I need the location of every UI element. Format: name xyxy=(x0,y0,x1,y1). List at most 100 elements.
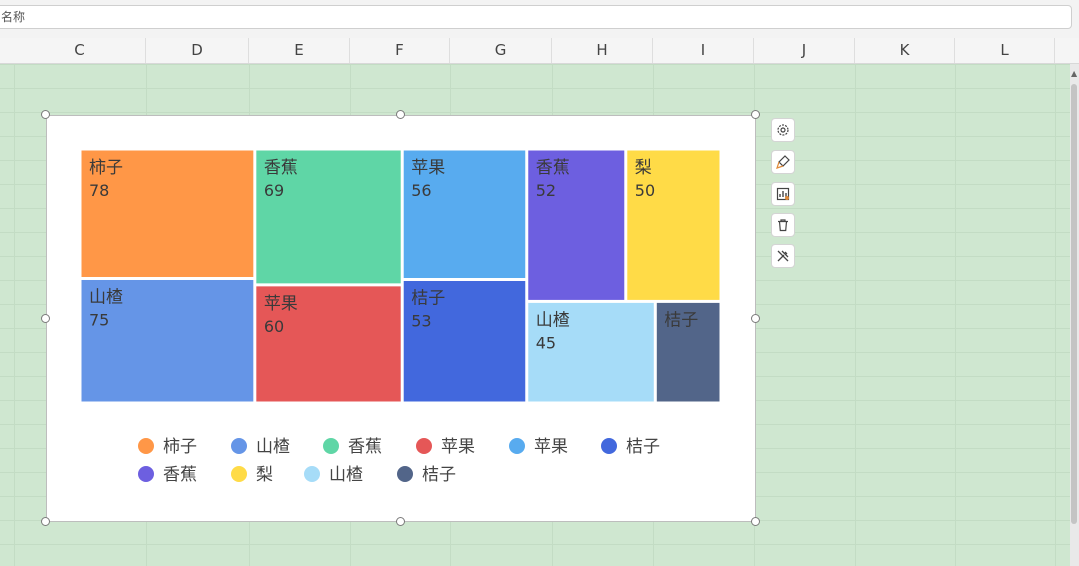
legend-label: 桔子 xyxy=(422,465,456,485)
resize-handle-top-left[interactable] xyxy=(41,110,50,119)
legend-label: 苹果 xyxy=(441,437,475,457)
chart-frame[interactable]: 柿子 78 山楂 75 香蕉 69 苹果 60 苹果 56 桔子 53 香蕉 52 梨 50 山楂 45 桔子 柿子山… xyxy=(46,115,756,522)
legend-label: 梨 xyxy=(256,465,273,485)
treemap-label-value: 50 xyxy=(635,181,655,200)
gear-icon xyxy=(777,124,789,136)
resize-handle-bottom-left[interactable] xyxy=(41,517,50,526)
resize-handle-top-right[interactable] xyxy=(751,110,760,119)
treemap-label-value: 78 xyxy=(89,181,109,200)
legend-item[interactable]: 柿子 xyxy=(138,437,197,457)
legend-item[interactable]: 苹果 xyxy=(509,437,568,457)
legend-item[interactable]: 香蕉 xyxy=(323,437,382,457)
legend-marker xyxy=(416,438,432,454)
legend-item[interactable]: 香蕉 xyxy=(138,465,197,485)
resize-handle-bottom[interactable] xyxy=(396,517,405,526)
column-header: CDEFGHIJKL xyxy=(0,38,1079,64)
legend-item[interactable]: 桔子 xyxy=(397,465,456,485)
treemap-node[interactable]: 香蕉 52 xyxy=(528,150,625,300)
treemap-label-name: 桔子 xyxy=(411,288,445,308)
column-header-I[interactable]: I xyxy=(653,38,754,63)
grid-line-vertical xyxy=(1055,64,1056,566)
chart-type-button[interactable] xyxy=(771,182,795,206)
legend-item[interactable]: 苹果 xyxy=(416,437,475,457)
column-header-K[interactable]: K xyxy=(855,38,955,63)
grid-line-horizontal xyxy=(0,64,1070,65)
scroll-up-icon[interactable]: ▲ xyxy=(1071,70,1077,78)
treemap-node[interactable]: 山楂 45 xyxy=(528,302,654,402)
scroll-thumb[interactable] xyxy=(1071,84,1077,524)
name-box-input[interactable]: 名称 xyxy=(0,5,1072,29)
grid-line-horizontal xyxy=(0,88,1070,89)
legend-label: 香蕉 xyxy=(348,437,382,457)
legend-label: 山楂 xyxy=(256,437,290,457)
treemap-label-name: 山楂 xyxy=(536,310,570,330)
column-header-H[interactable]: H xyxy=(552,38,653,63)
name-box-bar: 名称 xyxy=(0,0,1079,38)
treemap-node[interactable]: 香蕉 69 xyxy=(256,150,401,284)
chart-style-button[interactable] xyxy=(771,150,795,174)
legend-label: 苹果 xyxy=(534,437,568,457)
treemap-label-value: 45 xyxy=(536,333,556,352)
legend-marker xyxy=(231,438,247,454)
legend-item[interactable]: 山楂 xyxy=(231,437,290,457)
legend-marker xyxy=(397,466,413,482)
legend-marker xyxy=(304,466,320,482)
column-header-E[interactable]: E xyxy=(249,38,350,63)
treemap-node[interactable]: 苹果 60 xyxy=(256,286,401,402)
chart-settings-button[interactable] xyxy=(771,118,795,142)
column-header-L[interactable]: L xyxy=(955,38,1055,63)
treemap-label-value: 56 xyxy=(411,181,431,200)
legend-marker xyxy=(509,438,525,454)
column-header-D[interactable]: D xyxy=(146,38,249,63)
delete-chart-button[interactable] xyxy=(771,213,795,237)
legend-marker xyxy=(138,438,154,454)
legend-label: 桔子 xyxy=(626,437,660,457)
vertical-scrollbar[interactable]: ▲ xyxy=(1070,64,1079,566)
treemap-node[interactable]: 桔子 xyxy=(656,302,720,402)
legend-label: 柿子 xyxy=(163,437,197,457)
treemap-label-name: 桔子 xyxy=(664,310,698,330)
treemap-node[interactable]: 梨 50 xyxy=(627,150,720,300)
treemap-node[interactable]: 桔子 53 xyxy=(403,280,526,402)
treemap-label-name: 香蕉 xyxy=(264,158,298,178)
treemap-label-name: 香蕉 xyxy=(536,158,570,178)
treemap-label-name: 柿子 xyxy=(89,158,123,178)
legend-item[interactable]: 梨 xyxy=(231,465,273,485)
column-header-F[interactable]: F xyxy=(350,38,450,63)
legend-item[interactable]: 山楂 xyxy=(304,465,363,485)
column-header-J[interactable]: J xyxy=(754,38,855,63)
resize-handle-right[interactable] xyxy=(751,314,760,323)
trash-icon xyxy=(778,219,788,232)
treemap-label-value: 69 xyxy=(264,181,284,200)
treemap-node[interactable]: 苹果 56 xyxy=(403,150,526,278)
grid-line-vertical xyxy=(855,64,856,566)
treemap-label-value: 52 xyxy=(536,181,556,200)
legend-marker xyxy=(138,466,154,482)
grid-line-vertical xyxy=(955,64,956,566)
legend-label: 香蕉 xyxy=(163,465,197,485)
resize-handle-left[interactable] xyxy=(41,314,50,323)
treemap-chart[interactable]: 柿子78山楂75香蕉69苹果60苹果56桔子53香蕉52梨50山楂45桔子柿子山… xyxy=(47,116,755,521)
treemap-label-name: 苹果 xyxy=(411,158,445,178)
legend-item[interactable]: 桔子 xyxy=(601,437,660,457)
treemap-label-value: 53 xyxy=(411,311,431,330)
resize-handle-top[interactable] xyxy=(396,110,405,119)
treemap-label-name: 苹果 xyxy=(264,294,298,314)
chart-tools-button[interactable] xyxy=(771,244,795,268)
grid-line-vertical xyxy=(14,64,15,566)
tools-icon xyxy=(777,250,789,262)
column-header-C[interactable]: C xyxy=(14,38,146,63)
treemap-node[interactable]: 柿子 78 xyxy=(81,150,254,277)
chart-switch-icon xyxy=(776,187,790,201)
treemap-node[interactable]: 山楂 75 xyxy=(81,279,254,402)
legend-marker xyxy=(601,438,617,454)
brush-icon xyxy=(776,155,790,169)
grid-line-horizontal xyxy=(0,544,1070,545)
column-header-G[interactable]: G xyxy=(450,38,552,63)
resize-handle-bottom-right[interactable] xyxy=(751,517,760,526)
grid-line-horizontal xyxy=(0,112,1070,113)
treemap-label-name: 山楂 xyxy=(89,287,123,307)
treemap-label-value: 60 xyxy=(264,317,284,336)
treemap-label-value: 75 xyxy=(89,310,109,329)
legend-marker xyxy=(231,466,247,482)
